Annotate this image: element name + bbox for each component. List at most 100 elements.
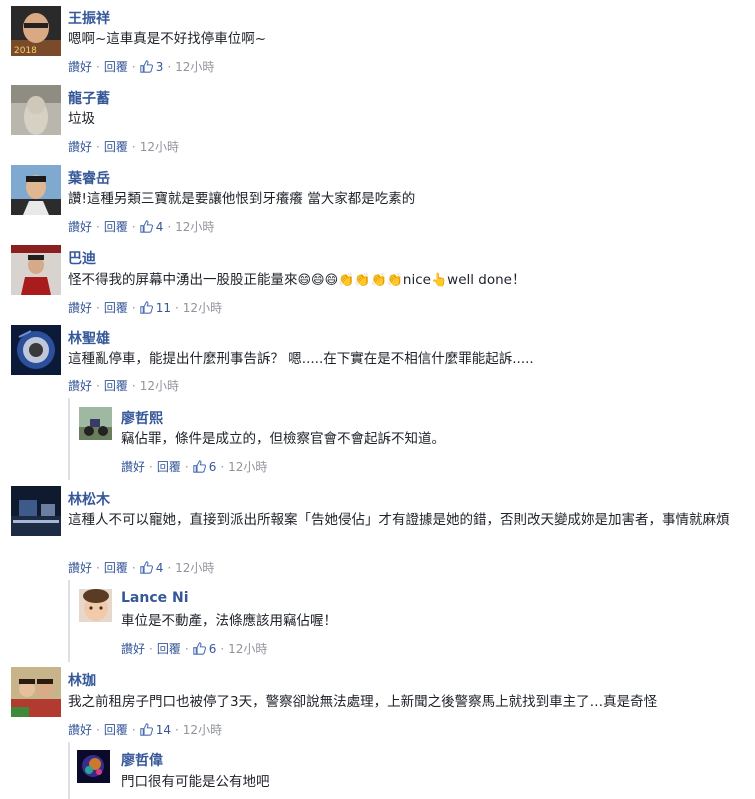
separator-dot: · — [131, 560, 136, 575]
like-count[interactable]: 11 — [139, 300, 171, 315]
reply-button[interactable]: 回覆 — [104, 721, 128, 738]
separator-dot: · — [174, 722, 179, 737]
separator-dot: · — [131, 378, 136, 393]
comment-text: 我之前租房子門口也被停了3天，警察卻說無法處理，上新聞之後警察馬上就找到車主了…… — [68, 694, 658, 710]
comment-actions: 讚好 · 回覆 · 4 · 12小時 — [68, 559, 214, 576]
comment-actions: 讚好 · 回覆 · 4 · 12小時 — [68, 218, 214, 235]
avatar[interactable] — [11, 165, 61, 215]
reply-button[interactable]: 回覆 — [157, 640, 181, 657]
separator-dot: · — [149, 641, 153, 656]
grinning-face-emoji: 😄😄😄 — [297, 273, 339, 288]
clapping-hands-emoji: 👏👏👏👏 — [338, 273, 403, 288]
comment-actions: 讚好 · 回覆 · 6 · 12小時 — [121, 458, 267, 475]
commenter-name[interactable]: 廖哲偉 — [121, 750, 163, 770]
like-button[interactable]: 讚好 — [121, 458, 145, 475]
commenter-name[interactable]: 林珈 — [68, 670, 96, 690]
avatar[interactable] — [11, 667, 61, 717]
reply-button[interactable]: 回覆 — [104, 58, 128, 75]
avatar[interactable]: 2018 — [11, 6, 61, 56]
like-count-value: 11 — [155, 300, 171, 315]
comment-text-part: 怪不得我的屏幕中湧出一股股正能量來 — [68, 272, 298, 288]
like-count[interactable]: 6 — [192, 460, 216, 474]
like-button[interactable]: 讚好 — [68, 138, 92, 155]
commenter-name[interactable]: 林松木 — [68, 489, 110, 509]
timestamp[interactable]: 12小時 — [175, 58, 214, 75]
separator-dot: · — [96, 219, 100, 234]
separator-dot: · — [96, 59, 100, 74]
commenter-name[interactable]: 葉睿岳 — [68, 168, 110, 188]
svg-text:2018: 2018 — [14, 46, 37, 56]
comment-text: 這種亂停車，能提出什麼刑事告訴？ 嗯.....在下實在是不相信什麼罪能起訴...… — [68, 351, 534, 367]
separator-dot: · — [184, 459, 189, 474]
like-button[interactable]: 讚好 — [68, 721, 92, 738]
reply-thread-line — [68, 742, 70, 799]
separator-dot: · — [149, 459, 153, 474]
like-count[interactable]: 3 — [139, 60, 163, 74]
avatar[interactable] — [11, 486, 61, 536]
comment-text: 竊佔罪，條件是成立的，但檢察官會不會起訴不知道。 — [121, 431, 445, 447]
like-button[interactable]: 讚好 — [121, 640, 145, 657]
separator-dot: · — [167, 59, 172, 74]
reply-button[interactable]: 回覆 — [104, 377, 128, 394]
commenter-name[interactable]: 龍子蓄 — [68, 88, 110, 108]
separator-dot: · — [167, 219, 172, 234]
comment-text: 門口很有可能是公有地吧 — [121, 774, 270, 790]
like-count[interactable]: 6 — [192, 641, 217, 656]
separator-dot: · — [96, 560, 100, 575]
separator-dot: · — [174, 300, 179, 315]
like-count-value: 6 — [208, 641, 217, 656]
like-count-value: 4 — [155, 219, 164, 234]
thumbs-up-icon — [192, 642, 206, 655]
comment-text: 讚!這種另類三寶就是要讓他恨到牙癢癢 當大家都是吃素的 — [68, 191, 416, 207]
like-button[interactable]: 讚好 — [68, 218, 92, 235]
comment-text: 怪不得我的屏幕中湧出一股股正能量來😄😄😄👏👏👏👏nice👆well done！ — [68, 269, 526, 292]
reply-thread-line — [68, 580, 70, 662]
timestamp[interactable]: 12小時 — [228, 458, 267, 475]
separator-dot: · — [96, 722, 100, 737]
timestamp[interactable]: 12小時 — [175, 559, 214, 576]
commenter-name[interactable]: 廖哲熙 — [121, 408, 163, 428]
avatar[interactable] — [11, 85, 61, 135]
comment-text: 車位是不動產，法條應該用竊佔喔！ — [121, 613, 337, 629]
separator-dot: · — [131, 722, 136, 737]
thumbs-up-icon — [139, 723, 153, 736]
reply-button[interactable]: 回覆 — [104, 218, 128, 235]
timestamp[interactable]: 12小時 — [183, 721, 222, 738]
avatar[interactable] — [77, 750, 110, 783]
comment-actions: 讚好 · 回覆 · 12小時 — [68, 377, 179, 394]
separator-dot: · — [96, 378, 100, 393]
comment-text-part: nice — [402, 272, 431, 288]
separator-dot: · — [220, 459, 225, 474]
like-button[interactable]: 讚好 — [68, 559, 92, 576]
like-button[interactable]: 讚好 — [68, 58, 92, 75]
like-button[interactable]: 讚好 — [68, 377, 92, 394]
like-count[interactable]: 4 — [139, 219, 164, 234]
timestamp[interactable]: 12小時 — [175, 218, 214, 235]
reply-button[interactable]: 回覆 — [157, 458, 181, 475]
timestamp[interactable]: 12小時 — [183, 299, 222, 316]
comment-text: 垃圾 — [68, 111, 95, 127]
avatar[interactable] — [79, 589, 112, 622]
reply-button[interactable]: 回覆 — [104, 138, 128, 155]
commenter-name[interactable]: 王振祥 — [68, 8, 110, 28]
like-count[interactable]: 14 — [139, 722, 171, 737]
like-count-value: 14 — [155, 722, 171, 737]
reply-button[interactable]: 回覆 — [104, 299, 128, 316]
avatar[interactable] — [79, 407, 112, 440]
commenter-name[interactable]: 林聖雄 — [68, 328, 110, 348]
reply-button[interactable]: 回覆 — [104, 559, 128, 576]
separator-dot: · — [96, 300, 100, 315]
comment-actions: 讚好 · 回覆 · 6 · 12小時 — [121, 640, 267, 657]
avatar[interactable] — [11, 325, 61, 375]
like-button[interactable]: 讚好 — [68, 299, 92, 316]
timestamp[interactable]: 12小時 — [140, 138, 179, 155]
timestamp[interactable]: 12小時 — [228, 640, 267, 657]
like-count[interactable]: 4 — [139, 560, 164, 575]
pointing-hand-emoji: 👆 — [430, 273, 448, 288]
like-count-value: 4 — [155, 560, 164, 575]
commenter-name[interactable]: 巴迪 — [68, 248, 96, 268]
timestamp[interactable]: 12小時 — [140, 377, 179, 394]
commenter-name[interactable]: Lance Ni — [121, 590, 189, 606]
avatar[interactable] — [11, 245, 61, 295]
separator-dot: · — [184, 641, 189, 656]
